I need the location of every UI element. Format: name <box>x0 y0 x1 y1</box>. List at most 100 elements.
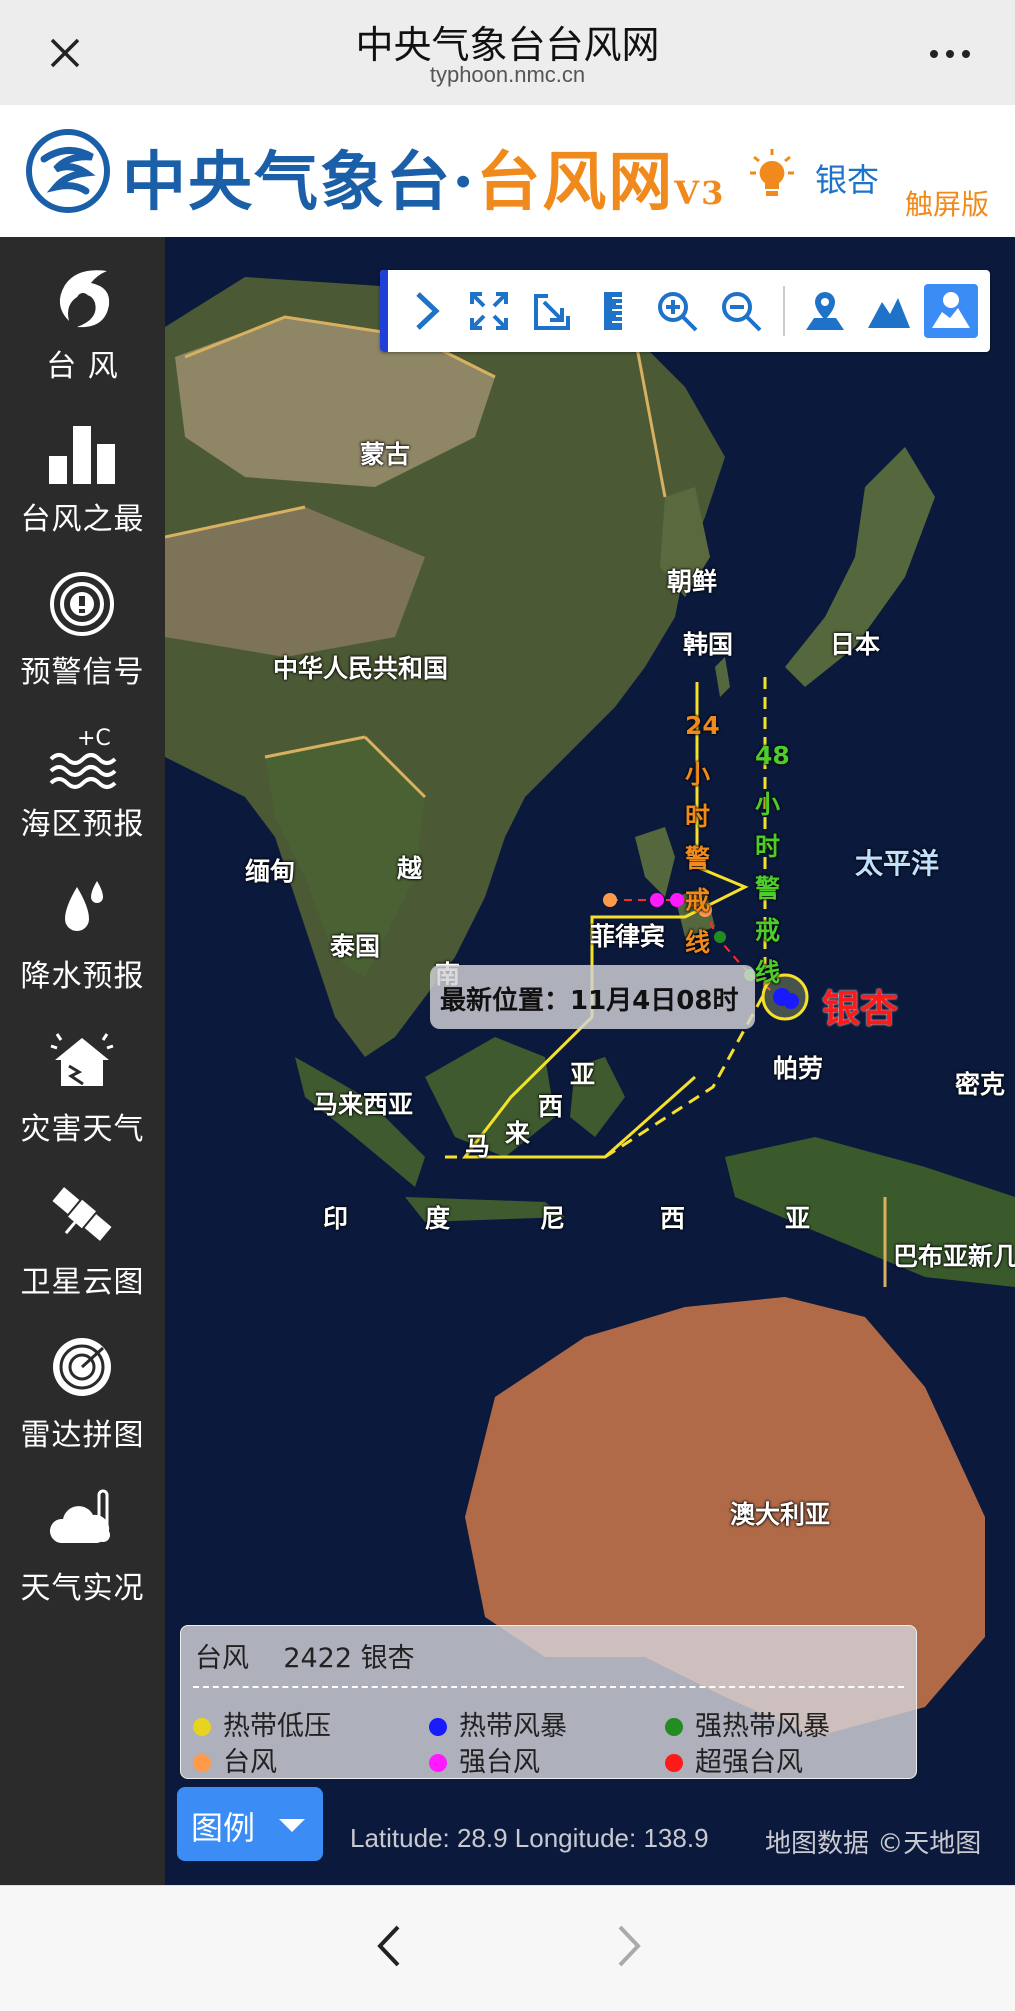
track-point <box>670 893 684 907</box>
forward-arrow-icon[interactable] <box>608 1921 648 1971</box>
warning-24h-char: 戒 <box>685 886 711 915</box>
cloud-thermometer-icon <box>49 1489 110 1543</box>
legend-dot <box>429 1718 447 1736</box>
browser-bottom-bar <box>0 1885 1015 2011</box>
sidebar-item-disaster-weather[interactable]: 灾害天气 <box>0 1012 165 1162</box>
legend-label: 台风 <box>223 1747 277 1778</box>
warning-48h-char: 时 <box>755 832 781 861</box>
storm-name-label[interactable]: 银杏 <box>822 978 898 1033</box>
back-arrow-icon[interactable] <box>370 1921 410 1971</box>
sidebar-item-weather-live[interactable]: 天气实况 <box>0 1471 165 1621</box>
sidebar-item-typhoon[interactable]: 台 风 <box>0 249 165 399</box>
warning-24h-char: 小 <box>685 760 711 789</box>
warning-48h-char: 小 <box>755 790 781 819</box>
map-label-mongolia: 蒙古 <box>360 440 411 469</box>
legend-separator <box>193 1686 904 1688</box>
export-icon[interactable] <box>530 288 576 334</box>
raindrop-icon <box>65 881 103 931</box>
map-label-yin: 印 <box>323 1204 349 1233</box>
map-label-china: 中华人民共和国 <box>273 654 449 683</box>
warning-48h-char: 戒 <box>755 916 781 945</box>
map-label-ya2: 亚 <box>785 1204 811 1233</box>
legend-toggle-button[interactable]: 图例 <box>177 1787 323 1861</box>
map-label-xi1: 西 <box>538 1092 564 1121</box>
map-attribution: 地图数据 ©天地图 <box>765 1829 982 1859</box>
warning-48h-number: 48 <box>755 741 790 770</box>
browser-top-bar: 中央气象台台风网 typhoon.nmc.cn <box>0 0 1015 105</box>
map-label-ma: 马 <box>465 1132 491 1161</box>
legend-header: 台风 2422 银杏 <box>195 1643 415 1674</box>
legend-label: 热带低压 <box>223 1711 331 1742</box>
satellite-layer-button[interactable] <box>924 284 978 338</box>
sidebar-item-typhoon-records[interactable]: 台风之最 <box>0 402 165 552</box>
caret-down-icon <box>279 1819 305 1832</box>
svg-text:+C: +C <box>77 726 111 751</box>
sidebar-item-label: 雷达拼图 <box>20 1418 145 1453</box>
site-title-main: 中央气象台· <box>122 145 477 220</box>
sidebar-item-label: 台 风 <box>46 349 119 384</box>
legend-dot <box>665 1718 683 1736</box>
zoom-in-icon[interactable] <box>654 288 700 334</box>
map-label-ya1: 亚 <box>570 1060 596 1089</box>
fullscreen-icon[interactable] <box>466 288 512 334</box>
terrain-icon[interactable] <box>866 288 912 334</box>
sidebar-item-radar[interactable]: 雷达拼图 <box>0 1318 165 1468</box>
warning-24h-char: 时 <box>685 802 711 831</box>
legend-item: 超强台风 <box>665 1740 803 1779</box>
toolbar-accent-bar <box>380 270 388 352</box>
map-marker-icon[interactable] <box>802 288 848 334</box>
map-label-palau: 帕劳 <box>773 1054 824 1083</box>
legend-item: 热带低压 <box>193 1704 331 1743</box>
lightbulb-icon[interactable] <box>750 147 794 199</box>
warning-48h-char: 线 <box>755 958 781 987</box>
legend-panel: 台风 2422 银杏 热带低压 热带风暴 强热带风暴 台风 强台风 超强台风 <box>180 1625 917 1779</box>
map-label-xi2: 西 <box>660 1204 686 1233</box>
map-label-malaysia: 马来西亚 <box>313 1090 414 1119</box>
site-title: 中央气象台·台风网V3 <box>122 131 725 223</box>
ruler-icon[interactable] <box>590 288 636 334</box>
legend-item: 强热带风暴 <box>665 1704 830 1743</box>
touch-version-link[interactable]: 触屏版 <box>905 183 989 223</box>
sidebar-item-sea-forecast[interactable]: +C 海区预报 <box>0 707 165 857</box>
sidebar-item-satellite[interactable]: 卫星云图 <box>0 1165 165 1315</box>
sidebar-item-rain-forecast[interactable]: 降水预报 <box>0 859 165 1009</box>
legend-item: 强台风 <box>429 1740 540 1779</box>
sidebar-item-label: 灾害天气 <box>20 1112 145 1147</box>
zoom-out-icon[interactable] <box>718 288 764 334</box>
track-point <box>714 931 726 943</box>
track-point <box>650 893 664 907</box>
legend-item: 热带风暴 <box>429 1704 567 1743</box>
legend-label: 强台风 <box>459 1747 540 1778</box>
latest-position-text: 最新位置：11月4日08时 <box>440 986 739 1016</box>
house-disaster-icon <box>50 1033 114 1086</box>
version-label: V3 <box>674 174 726 212</box>
toolbar-divider <box>783 286 785 336</box>
chevron-right-icon[interactable] <box>404 288 450 334</box>
more-icon[interactable] <box>925 34 975 74</box>
legend-label: 热带风暴 <box>459 1711 567 1742</box>
warning-24h-number: 24 <box>685 711 720 740</box>
map-label-png: 巴布亚新几 <box>893 1242 1015 1271</box>
map-label-thailand: 泰国 <box>330 932 381 961</box>
legend-button-label: 图例 <box>191 1809 256 1847</box>
bar-chart-icon <box>49 426 115 484</box>
map-label-australia: 澳大利亚 <box>730 1500 831 1529</box>
map-label-north-korea: 朝鲜 <box>667 567 718 596</box>
legend-item: 台风 <box>193 1740 277 1779</box>
map-label-vietnam: 越 <box>397 854 423 883</box>
satellite-layer-icon <box>932 292 970 328</box>
typhoon-icon <box>59 270 110 328</box>
warning-24h-char: 警 <box>685 844 711 873</box>
site-header: 中央气象台·台风网V3 银杏 触屏版 <box>0 105 1015 238</box>
page-domain: typhoon.nmc.cn <box>429 62 586 87</box>
track-point <box>603 893 617 907</box>
storm-name-link[interactable]: 银杏 <box>815 155 879 201</box>
map-label-micronesia: 密克 <box>955 1070 1006 1099</box>
legend-dot <box>193 1754 211 1772</box>
sidebar: 台 风 台风之最 预警信号 +C 海区预报 降水预报 灾害天气 卫星云图 雷达拼… <box>0 237 165 1885</box>
sidebar-item-warning-signal[interactable]: 预警信号 <box>0 555 165 705</box>
map-label-pacific: 太平洋 <box>855 847 940 880</box>
legend-dot <box>665 1754 683 1772</box>
map-label-south-korea: 韩国 <box>683 630 734 659</box>
nmc-logo-icon[interactable] <box>26 129 110 213</box>
